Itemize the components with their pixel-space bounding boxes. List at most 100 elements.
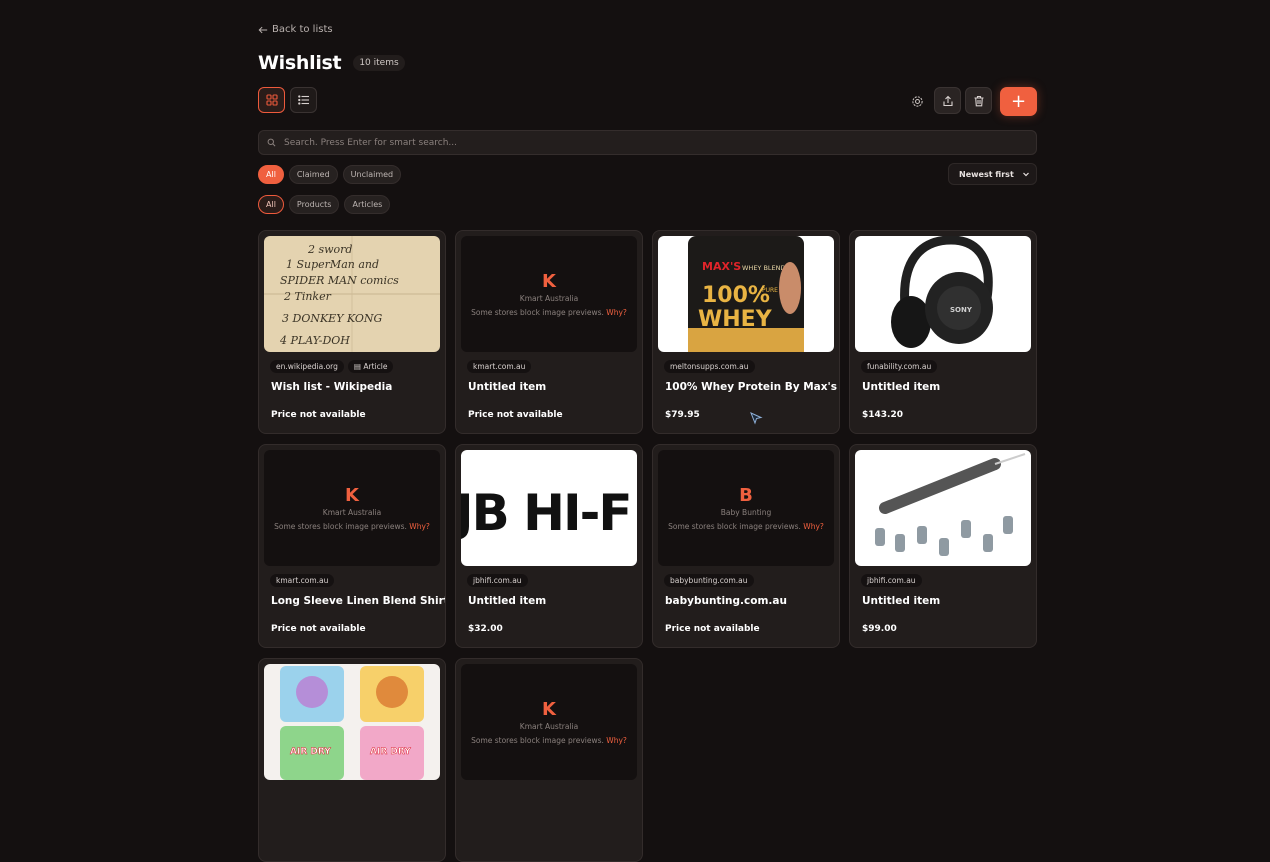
item-image: SONY <box>855 236 1031 352</box>
domain-tag: jbhifi.com.au <box>467 574 528 587</box>
plus-icon: + <box>1010 91 1027 112</box>
arrow-left-icon <box>258 26 268 33</box>
domain-tag: kmart.com.au <box>270 574 335 587</box>
item-name: Untitled item <box>862 381 941 393</box>
item-card[interactable]: jbhifi.com.au Untitled item $99.00 <box>849 444 1037 648</box>
item-image: AIR DRY AIR DRY <box>264 664 440 780</box>
filter-unclaimed[interactable]: Unclaimed <box>342 165 402 184</box>
jbhifi-logo-text: JB HI-F <box>461 484 630 542</box>
whey-big: 100% <box>702 283 770 308</box>
item-card[interactable]: JB HI-F jbhifi.com.au Untitled item $32.… <box>455 444 643 648</box>
item-card[interactable]: 2 sword 1 SuperMan and SPIDER MAN comics… <box>258 230 446 434</box>
list-view-button[interactable] <box>290 87 317 113</box>
list-icon <box>297 95 309 105</box>
note-line: 3 DONKEY KONG <box>282 312 383 325</box>
item-card[interactable]: K Kmart Australia Some stores block imag… <box>455 230 643 434</box>
note-line: 4 PLAY-DOH <box>279 334 350 347</box>
mouse-cursor-icon <box>750 412 763 425</box>
share-button[interactable] <box>934 87 961 114</box>
clay-label: AIR DRY <box>370 747 411 757</box>
search-bar <box>258 130 1037 155</box>
placeholder-note: Some stores block image previews. <box>471 735 604 745</box>
domain-tag: babybunting.com.au <box>664 574 754 587</box>
grid-view-button[interactable] <box>258 87 285 113</box>
filter-articles[interactable]: Articles <box>344 195 391 214</box>
item-image <box>855 450 1031 566</box>
domain-tag: jbhifi.com.au <box>861 574 922 587</box>
placeholder-note: Some stores block image previews. <box>471 307 604 317</box>
item-price: $99.00 <box>862 624 897 634</box>
item-card[interactable]: K Kmart Australia Some stores block imag… <box>258 444 446 648</box>
image-placeholder: K Kmart Australia Some stores block imag… <box>461 664 637 780</box>
note-line: SPIDER MAN comics <box>280 274 399 287</box>
item-count-badge: 10 items <box>353 55 405 71</box>
item-name: 100% Whey Protein By Max's <box>665 381 838 393</box>
item-image: MAX'S WHEY BLEND 100% PURE WHEY <box>658 236 834 352</box>
item-price: Price not available <box>271 624 366 634</box>
item-name: Long Sleeve Linen Blend Shirt S <box>271 595 446 607</box>
search-input[interactable] <box>282 136 1006 149</box>
search-icon <box>267 138 276 147</box>
settings-button[interactable] <box>907 91 927 111</box>
image-placeholder: B Baby Bunting Some stores block image p… <box>658 450 834 566</box>
page-title: Wishlist <box>258 52 342 74</box>
why-link[interactable]: Why? <box>606 308 627 317</box>
trash-icon <box>974 95 983 106</box>
why-link[interactable]: Why? <box>606 736 627 745</box>
back-label: Back to lists <box>272 24 333 35</box>
sort-select[interactable]: Newest first <box>948 163 1037 185</box>
back-to-lists-link[interactable]: Back to lists <box>258 24 333 35</box>
sort-selected-label: Newest first <box>959 169 1014 179</box>
item-name: Untitled item <box>468 381 547 393</box>
item-image: JB HI-F <box>461 450 637 566</box>
gear-icon <box>911 95 923 107</box>
item-price: $79.95 <box>665 410 700 420</box>
whey-pure: PURE <box>762 287 778 294</box>
whey-sub: WHEY BLEND <box>742 264 786 272</box>
store-name: Kmart Australia <box>322 507 382 517</box>
note-line: 2 Tinker <box>283 290 332 303</box>
store-initial: K <box>542 270 556 292</box>
article-badge: ▤ Article <box>347 360 394 373</box>
item-price: $32.00 <box>468 624 503 634</box>
share-icon <box>942 95 953 106</box>
domain-tag: en.wikipedia.org <box>270 360 344 373</box>
note-line: 2 sword <box>307 243 352 256</box>
store-name: Kmart Australia <box>519 293 579 303</box>
domain-tag: funability.com.au <box>861 360 938 373</box>
item-name: babybunting.com.au <box>665 595 787 607</box>
domain-tag: kmart.com.au <box>467 360 532 373</box>
store-initial: K <box>345 484 359 506</box>
domain-tag: meltonsupps.com.au <box>664 360 755 373</box>
item-card[interactable]: K Kmart Australia Some stores block imag… <box>455 658 643 862</box>
add-item-button[interactable]: + <box>1000 87 1037 116</box>
delete-button[interactable] <box>965 87 992 114</box>
whey-word: WHEY <box>698 307 773 332</box>
whey-brand: MAX'S <box>702 260 741 273</box>
item-card[interactable]: SONY funability.com.au Untitled item $14… <box>849 230 1037 434</box>
item-card[interactable]: AIR DRY AIR DRY <box>258 658 446 862</box>
item-price: $143.20 <box>862 410 903 420</box>
store-initial: K <box>542 698 556 720</box>
item-card[interactable]: MAX'S WHEY BLEND 100% PURE WHEY meltonsu… <box>652 230 840 434</box>
note-line: 1 SuperMan and <box>286 258 379 271</box>
filter-all-type[interactable]: All <box>258 195 284 214</box>
store-name: Kmart Australia <box>519 721 579 731</box>
headphones-brand: SONY <box>950 306 973 314</box>
item-card[interactable]: B Baby Bunting Some stores block image p… <box>652 444 840 648</box>
store-name: Baby Bunting <box>720 507 772 517</box>
chevron-down-icon <box>1023 172 1029 177</box>
item-image: 2 sword 1 SuperMan and SPIDER MAN comics… <box>264 236 440 352</box>
item-name: Untitled item <box>468 595 547 607</box>
why-link[interactable]: Why? <box>409 522 430 531</box>
placeholder-note: Some stores block image previews. <box>274 521 407 531</box>
clay-label: AIR DRY <box>290 747 331 757</box>
grid-icon <box>265 94 278 106</box>
filter-claimed[interactable]: Claimed <box>288 165 338 184</box>
item-name: Wish list - Wikipedia <box>271 381 393 393</box>
filter-all-claim[interactable]: All <box>258 165 284 184</box>
item-name: Untitled item <box>862 595 941 607</box>
filter-products[interactable]: Products <box>288 195 340 214</box>
item-price: Price not available <box>271 410 366 420</box>
why-link[interactable]: Why? <box>803 522 824 531</box>
